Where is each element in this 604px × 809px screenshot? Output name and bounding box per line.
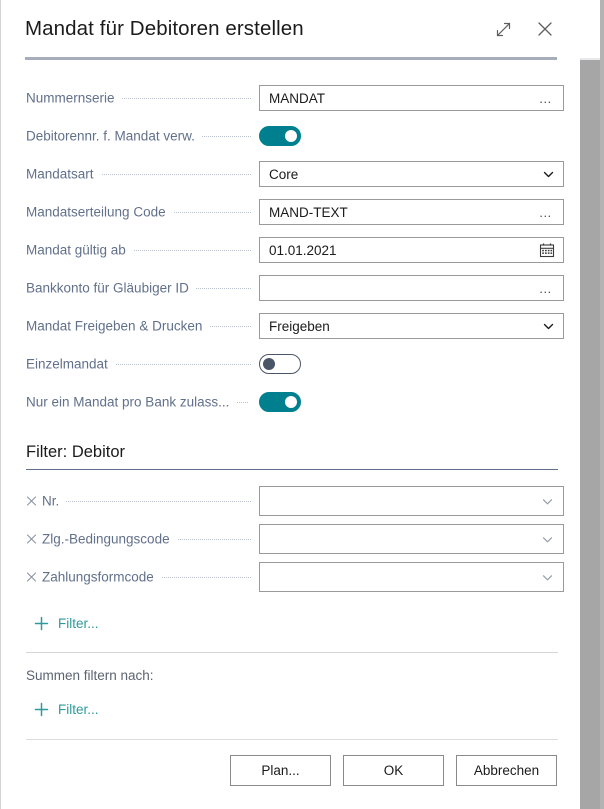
footer-button-row: Plan... OK Abbrechen bbox=[230, 755, 557, 786]
field-row-mandat-gueltig-ab: Mandat gültig ab 01.01.2021 bbox=[1, 231, 580, 269]
close-icon[interactable] bbox=[528, 12, 562, 46]
mandatsart-select[interactable]: Core bbox=[259, 161, 564, 187]
field-row-mandat-freigeben-drucken: Mandat Freigeben & Drucken Freigeben bbox=[1, 307, 580, 345]
ok-button[interactable]: OK bbox=[343, 755, 444, 786]
filter-value-zahlungsformcode[interactable] bbox=[259, 562, 564, 592]
field-label: Debitorennr. f. Mandat verw. bbox=[26, 129, 202, 144]
filter-value-nr[interactable] bbox=[259, 486, 564, 516]
field-row-debitorennr-verwenden: Debitorennr. f. Mandat verw. bbox=[1, 117, 580, 155]
filter-section-rule bbox=[26, 469, 558, 470]
field-value: Freigeben bbox=[269, 319, 542, 334]
field-control: MAND-TEXT … bbox=[259, 199, 564, 225]
field-label: Nummernserie bbox=[26, 91, 122, 106]
debitorennr-verwenden-toggle[interactable] bbox=[259, 126, 301, 146]
filter-value-zlg-bedingungscode[interactable] bbox=[259, 524, 564, 554]
add-filter-label: Filter... bbox=[58, 616, 99, 631]
expand-diagonal-icon[interactable] bbox=[486, 12, 520, 46]
filter-control bbox=[259, 562, 564, 592]
field-control: Core bbox=[259, 161, 564, 187]
field-label: Einzelmandat bbox=[26, 357, 115, 372]
toggle-knob bbox=[285, 396, 297, 408]
field-row-nur-ein-mandat-pro-bank: Nur ein Mandat pro Bank zulass... bbox=[1, 383, 580, 421]
footer-separator bbox=[26, 739, 558, 740]
chevron-down-icon[interactable] bbox=[542, 320, 555, 333]
toggle-knob bbox=[263, 358, 275, 370]
field-value: MANDAT bbox=[269, 91, 539, 106]
dialog-content: Nummernserie MANDAT … Debitorennr. f. Ma… bbox=[1, 60, 580, 809]
filter-control bbox=[259, 524, 564, 554]
totals-section-label: Summen filtern nach: bbox=[1, 653, 580, 686]
filter-row-zahlungsformcode: Zahlungsformcode bbox=[1, 558, 580, 596]
dialog-titlebar: Mandat für Debitoren erstellen bbox=[1, 0, 580, 58]
page-title: Mandat für Debitoren erstellen bbox=[25, 17, 486, 41]
filter-label-group: Zlg.-Bedingungscode bbox=[26, 532, 177, 547]
field-row-mandatsart: Mandatsart Core bbox=[1, 155, 580, 193]
chevron-down-icon[interactable] bbox=[541, 495, 554, 508]
field-control: … bbox=[259, 275, 564, 301]
field-control: 01.01.2021 bbox=[259, 237, 564, 263]
filter-field-label: Zlg.-Bedingungscode bbox=[42, 532, 170, 547]
field-control bbox=[259, 392, 301, 412]
plus-icon bbox=[34, 616, 49, 631]
field-row-mandatserteilung-code: Mandatserteilung Code MAND-TEXT … bbox=[1, 193, 580, 231]
filter-label-group: Zahlungsformcode bbox=[26, 570, 161, 585]
mandat-freigeben-drucken-select[interactable]: Freigeben bbox=[259, 313, 564, 339]
cancel-button[interactable]: Abbrechen bbox=[456, 755, 557, 786]
field-control: Freigeben bbox=[259, 313, 564, 339]
field-label: Bankkonto für Gläubiger ID bbox=[26, 281, 196, 296]
field-value: Core bbox=[269, 167, 542, 182]
assist-edit-icon[interactable]: … bbox=[539, 281, 555, 296]
mandat-gueltig-ab-input[interactable]: 01.01.2021 bbox=[259, 237, 564, 263]
remove-filter-icon[interactable] bbox=[26, 496, 37, 507]
add-filter-label: Filter... bbox=[58, 702, 99, 717]
dialog-footer: Plan... OK Abbrechen bbox=[1, 731, 580, 809]
chevron-down-icon[interactable] bbox=[541, 533, 554, 546]
filter-row-nr: Nr. bbox=[1, 482, 580, 520]
bankkonto-glaeubiger-id-input[interactable]: … bbox=[259, 275, 564, 301]
filter-debitor-section: Filter: Debitor bbox=[1, 443, 580, 470]
mandatserteilung-code-input[interactable]: MAND-TEXT … bbox=[259, 199, 564, 225]
filter-label-group: Nr. bbox=[26, 494, 66, 509]
plan-button[interactable]: Plan... bbox=[230, 755, 331, 786]
field-control bbox=[259, 354, 301, 374]
field-row-nummernserie: Nummernserie MANDAT … bbox=[1, 79, 580, 117]
chevron-down-icon[interactable] bbox=[541, 571, 554, 584]
filter-field-label: Zahlungsformcode bbox=[42, 570, 154, 585]
field-value: 01.01.2021 bbox=[269, 243, 539, 258]
plus-icon bbox=[34, 702, 49, 717]
nummernserie-input[interactable]: MANDAT … bbox=[259, 85, 564, 111]
remove-filter-icon[interactable] bbox=[26, 534, 37, 545]
filter-section-title: Filter: Debitor bbox=[1, 443, 580, 469]
field-control: MANDAT … bbox=[259, 85, 564, 111]
field-row-einzelmandat: Einzelmandat bbox=[1, 345, 580, 383]
field-label: Mandatsart bbox=[26, 167, 101, 182]
field-label: Mandat Freigeben & Drucken bbox=[26, 319, 209, 334]
assist-edit-icon[interactable]: … bbox=[539, 91, 555, 106]
toggle-knob bbox=[285, 130, 297, 142]
assist-edit-icon[interactable]: … bbox=[539, 205, 555, 220]
titlebar-actions bbox=[486, 12, 562, 46]
calendar-icon[interactable] bbox=[539, 242, 555, 258]
create-mandate-dialog: Mandat für Debitoren erstellen bbox=[0, 0, 580, 809]
einzelmandat-toggle[interactable] bbox=[259, 354, 301, 374]
filter-row-zlg-bedingungscode: Zlg.-Bedingungscode bbox=[1, 520, 580, 558]
field-row-bankkonto-glaeubiger-id: Bankkonto für Gläubiger ID … bbox=[1, 269, 580, 307]
filter-control bbox=[259, 486, 564, 516]
field-value: MAND-TEXT bbox=[269, 205, 539, 220]
filter-field-label: Nr. bbox=[42, 494, 59, 509]
add-filter-button-totals[interactable]: Filter... bbox=[34, 692, 99, 726]
field-label: Nur ein Mandat pro Bank zulass... bbox=[26, 395, 236, 410]
add-filter-button-debitor[interactable]: Filter... bbox=[34, 606, 99, 640]
nur-ein-mandat-pro-bank-toggle[interactable] bbox=[259, 392, 301, 412]
field-control bbox=[259, 126, 301, 146]
field-label: Mandatserteilung Code bbox=[26, 205, 173, 220]
vertical-scrollbar[interactable] bbox=[586, 60, 600, 809]
remove-filter-icon[interactable] bbox=[26, 572, 37, 583]
field-label: Mandat gültig ab bbox=[26, 243, 133, 258]
backdrop-right-edge bbox=[600, 0, 604, 809]
chevron-down-icon[interactable] bbox=[542, 168, 555, 181]
